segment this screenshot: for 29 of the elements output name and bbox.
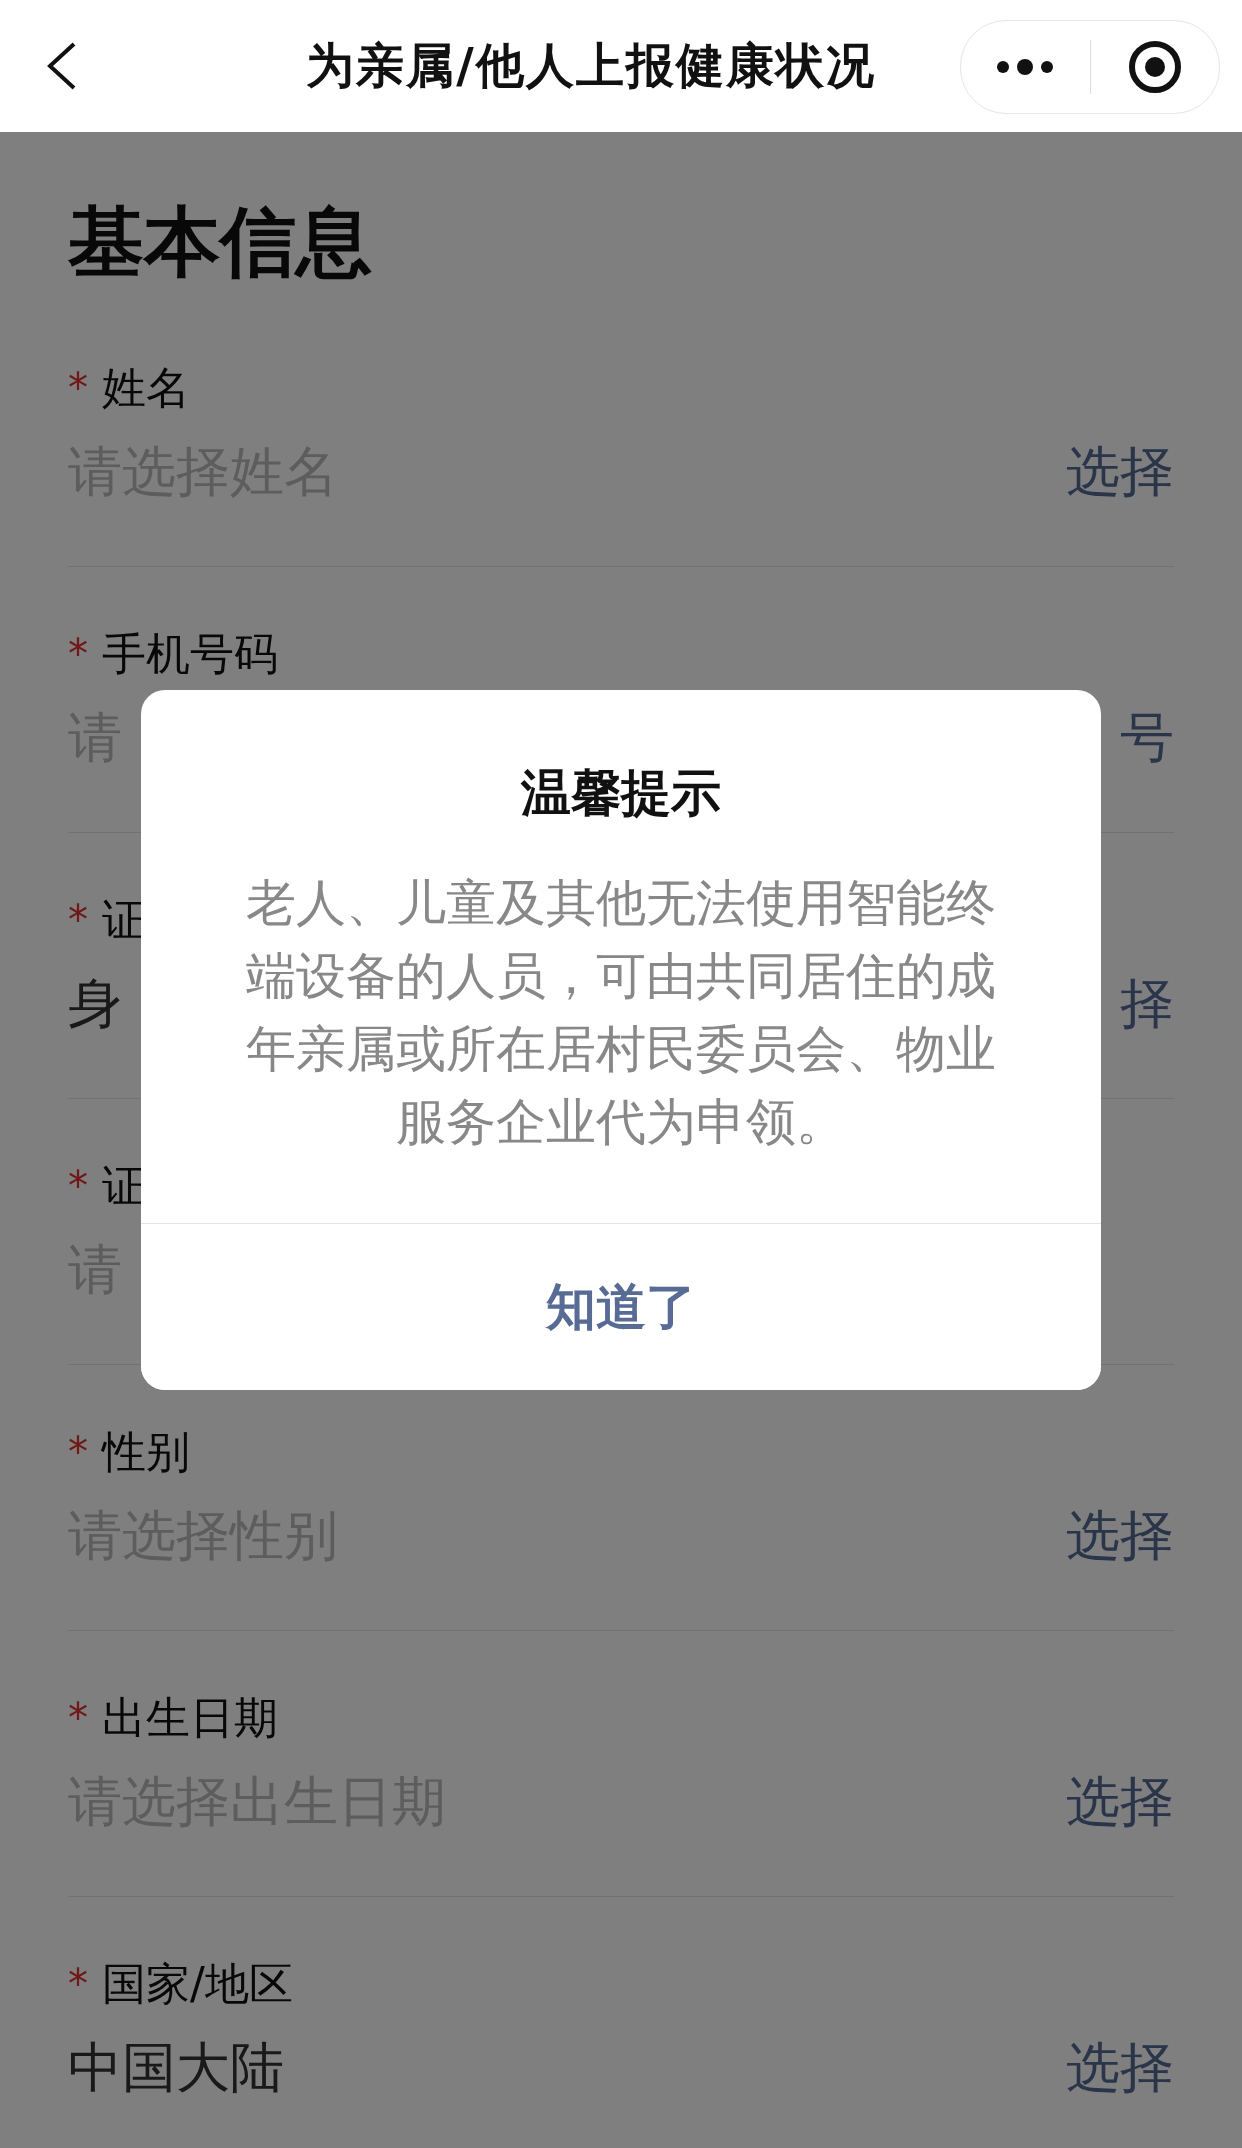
required-mark: * bbox=[68, 1961, 88, 2007]
field-label: 证 bbox=[102, 1158, 146, 1213]
more-icon[interactable] bbox=[995, 57, 1056, 77]
required-mark: * bbox=[68, 631, 88, 677]
select-link[interactable]: 选择 bbox=[1066, 435, 1174, 509]
select-link[interactable]: 号 bbox=[1120, 701, 1174, 775]
field-label: 姓名 bbox=[102, 360, 190, 415]
field-label: 证 bbox=[102, 892, 146, 947]
field-label: 手机号码 bbox=[102, 626, 278, 681]
field-value[interactable]: 中国大陆 bbox=[68, 2031, 284, 2105]
select-link[interactable]: 选择 bbox=[1066, 1499, 1174, 1573]
field-label: 性别 bbox=[102, 1424, 190, 1479]
dialog-message: 老人、儿童及其他无法使用智能终端设备的人员，可由共同居住的成年亲属或所在居村民委员会、物业服务企业代为申领。 bbox=[245, 873, 997, 1153]
page-title: 为亲属/他人上报健康状况 bbox=[306, 36, 876, 95]
select-link[interactable]: 择 bbox=[1120, 967, 1174, 1041]
target-icon[interactable] bbox=[1127, 40, 1182, 94]
required-mark: * bbox=[68, 897, 88, 943]
required-mark: * bbox=[68, 1695, 88, 1741]
required-mark: * bbox=[68, 1429, 88, 1475]
field-label: 出生日期 bbox=[102, 1690, 278, 1745]
required-mark: * bbox=[68, 365, 88, 411]
dialog-title: 温馨提示 bbox=[519, 763, 722, 824]
field-value[interactable]: 身 bbox=[68, 967, 122, 1041]
select-link[interactable]: 选择 bbox=[1066, 1765, 1174, 1839]
required-mark: * bbox=[68, 1163, 88, 1209]
field-label: 国家/地区 bbox=[102, 1956, 293, 2011]
section-title: 基本信息 bbox=[68, 196, 373, 288]
confirm-button[interactable]: 知道了 bbox=[141, 1223, 1101, 1390]
select-link[interactable]: 选择 bbox=[1066, 2031, 1174, 2105]
